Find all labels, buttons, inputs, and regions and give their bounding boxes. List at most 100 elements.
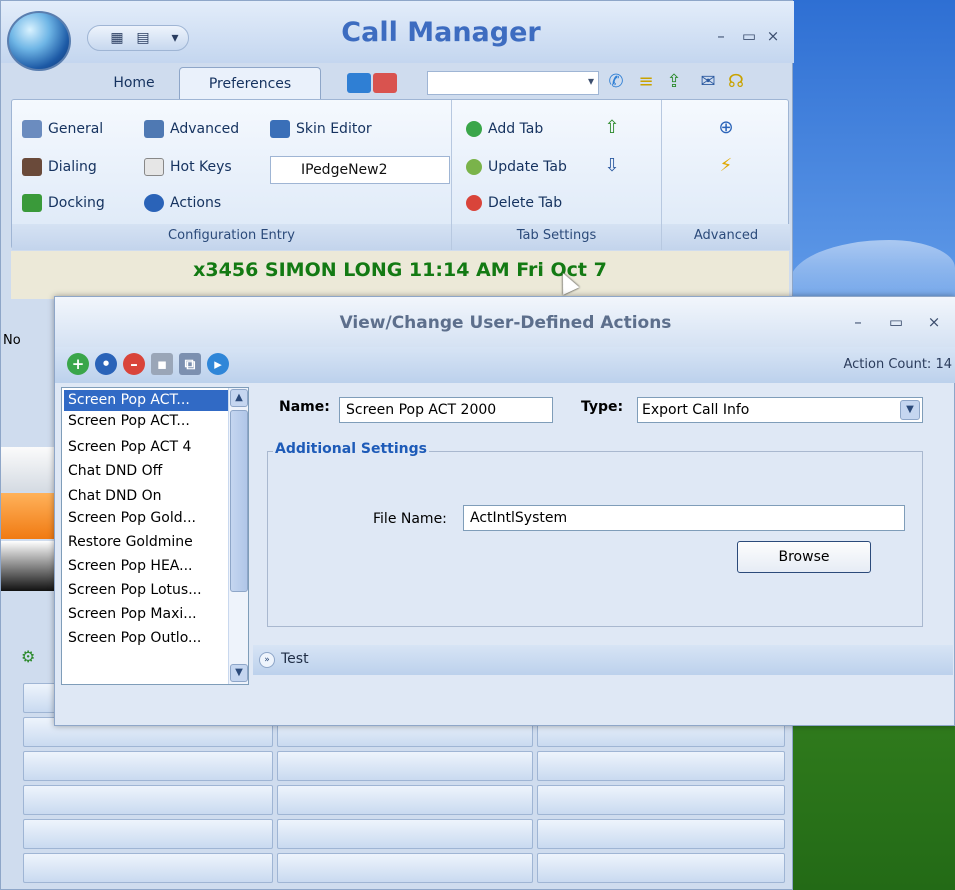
list-item[interactable]: Screen Pop Gold... — [64, 508, 228, 529]
run-icon[interactable]: ▸ — [207, 353, 229, 375]
mail-icon[interactable]: ✉ — [695, 69, 721, 95]
ribbon-hot-keys-label: Hot Keys — [170, 159, 232, 175]
list-item[interactable]: Restore Goldmine — [64, 532, 228, 553]
dial-phone-icon[interactable]: ✆ — [603, 69, 629, 95]
actions-list[interactable]: Screen Pop ACT... Screen Pop ACT... Scre… — [61, 387, 249, 685]
grid-cell — [537, 853, 785, 883]
quick-access-toolbar: ▦ ▤ ▾ — [87, 25, 189, 51]
tab-preferences[interactable]: Preferences — [179, 67, 321, 99]
actions-dialog: View/Change User-Defined Actions – ▭ × +… — [54, 296, 955, 726]
action-count: Action Count: 14 — [843, 357, 952, 372]
grid-cell — [537, 819, 785, 849]
grid-row — [21, 817, 787, 851]
list-item[interactable]: Screen Pop Maxi... — [64, 604, 228, 625]
add-tab-icon — [466, 121, 482, 137]
move-tab-down-icon[interactable]: ⇩ — [598, 154, 626, 178]
name-field[interactable]: Screen Pop ACT 2000 — [339, 397, 553, 423]
grid-row — [21, 749, 787, 783]
ribbon-general[interactable]: General — [22, 118, 103, 140]
grid-cell — [23, 853, 273, 883]
hangup-icon[interactable] — [373, 73, 397, 93]
save-icon[interactable]: ▪ — [151, 353, 173, 375]
close-icon[interactable]: × — [763, 27, 783, 45]
docking-icon — [22, 194, 42, 212]
dialog-close-icon[interactable]: × — [923, 313, 945, 331]
ribbon-dialing-label: Dialing — [48, 159, 97, 175]
lightning-icon[interactable]: ⚡ — [712, 154, 740, 178]
advanced-icon — [144, 120, 164, 138]
dialing-icon — [22, 158, 42, 176]
type-select-value: Export Call Info — [642, 402, 750, 418]
browse-button[interactable]: Browse — [737, 541, 871, 573]
ribbon-update-tab-label: Update Tab — [488, 159, 567, 175]
underlying-band-orange — [1, 493, 57, 539]
list-item[interactable]: Screen Pop ACT... — [64, 390, 228, 411]
dropdown-icon[interactable]: ▾ — [166, 30, 184, 46]
phone-book-icon[interactable] — [347, 73, 371, 93]
delete-icon[interactable]: – — [123, 353, 145, 375]
grid-cell — [23, 819, 273, 849]
maximize-icon[interactable]: ▭ — [739, 27, 759, 45]
ribbon-skin-editor[interactable]: Skin Editor — [270, 118, 372, 140]
test-label: Test — [281, 651, 309, 667]
hold-icon[interactable]: ≡ — [633, 69, 659, 95]
chevron-down-icon: ▾ — [587, 74, 594, 88]
group-configuration: General Advanced Skin Editor Dialing Hot… — [12, 100, 452, 250]
list-item[interactable]: Screen Pop Outlo... — [64, 628, 228, 649]
list-item[interactable]: Chat DND On — [64, 486, 228, 507]
dialog-title: View/Change User-Defined Actions — [339, 313, 672, 333]
list-item[interactable]: Screen Pop ACT 4 — [64, 437, 228, 458]
group-advanced: ⊕ ⚡ Advanced — [662, 100, 790, 250]
underlying-tool-icon[interactable]: ⚙ — [21, 647, 35, 666]
grid-cell — [23, 751, 273, 781]
tab-home[interactable]: Home — [89, 67, 179, 99]
copy-icon[interactable]: ⧉ — [179, 353, 201, 375]
minimize-icon[interactable]: – — [711, 27, 731, 45]
ribbon-actions[interactable]: Actions — [144, 192, 221, 214]
expand-icon[interactable]: » — [259, 652, 275, 668]
dialog-maximize-icon[interactable]: ▭ — [885, 313, 907, 331]
add-icon[interactable]: + — [67, 353, 89, 375]
advanced-add-icon[interactable]: ⊕ — [712, 116, 740, 140]
ribbon-actions-label: Actions — [170, 195, 222, 211]
app-orb-button[interactable] — [7, 11, 71, 71]
list-item[interactable]: Screen Pop Lotus... — [64, 580, 228, 601]
headset-icon[interactable]: ☊ — [723, 69, 749, 95]
actions-icon — [144, 194, 164, 212]
list-item[interactable]: Screen Pop HEA... — [64, 556, 228, 577]
list-item[interactable]: Screen Pop ACT... — [64, 411, 228, 432]
ribbon-docking[interactable]: Docking — [22, 192, 105, 214]
ribbon-hot-keys[interactable]: Hot Keys — [144, 156, 232, 178]
layout-icon[interactable]: ▤ — [134, 30, 152, 46]
transfer-icon[interactable]: ⇪ — [661, 69, 687, 95]
ribbon-add-tab[interactable]: Add Tab — [466, 118, 543, 140]
edit-icon[interactable]: • — [95, 353, 117, 375]
list-scrollbar[interactable]: ▲ ▼ — [228, 388, 248, 684]
ribbon-delete-tab[interactable]: Delete Tab — [466, 192, 562, 214]
underlying-band-black — [1, 541, 57, 591]
group-label-advanced: Advanced — [662, 224, 790, 250]
ribbon-dialing[interactable]: Dialing — [22, 156, 97, 178]
chevron-down-icon[interactable]: ▼ — [900, 400, 920, 420]
ribbon-update-tab[interactable]: Update Tab — [466, 156, 567, 178]
grid-cell — [277, 819, 533, 849]
dial-combo[interactable]: ▾ — [427, 71, 599, 95]
skin-select[interactable]: IPedgeNew2 — [270, 156, 450, 184]
scroll-down-icon[interactable]: ▼ — [230, 664, 248, 682]
list-item[interactable]: Chat DND Off — [64, 461, 228, 482]
type-select[interactable]: Export Call Info ▼ — [637, 397, 923, 423]
ribbon-delete-tab-label: Delete Tab — [488, 195, 563, 211]
scroll-thumb[interactable] — [230, 410, 248, 592]
dialog-minimize-icon[interactable]: – — [847, 313, 869, 331]
ribbon-advanced[interactable]: Advanced — [144, 118, 239, 140]
calculator-icon[interactable]: ▦ — [108, 30, 126, 46]
file-name-field[interactable]: ActIntlSystem — [463, 505, 905, 531]
grid-row — [21, 783, 787, 817]
move-tab-up-icon[interactable]: ⇧ — [598, 116, 626, 140]
test-panel-bar[interactable]: » Test — [253, 645, 953, 675]
status-strip: x3456 SIMON LONG 11:14 AM Fri Oct 7 — [11, 251, 789, 299]
grid-row — [21, 851, 787, 885]
title-bar: ▦ ▤ ▾ Call Manager – ▭ × — [1, 1, 794, 71]
scroll-up-icon[interactable]: ▲ — [230, 389, 248, 407]
grid-cell — [277, 785, 533, 815]
